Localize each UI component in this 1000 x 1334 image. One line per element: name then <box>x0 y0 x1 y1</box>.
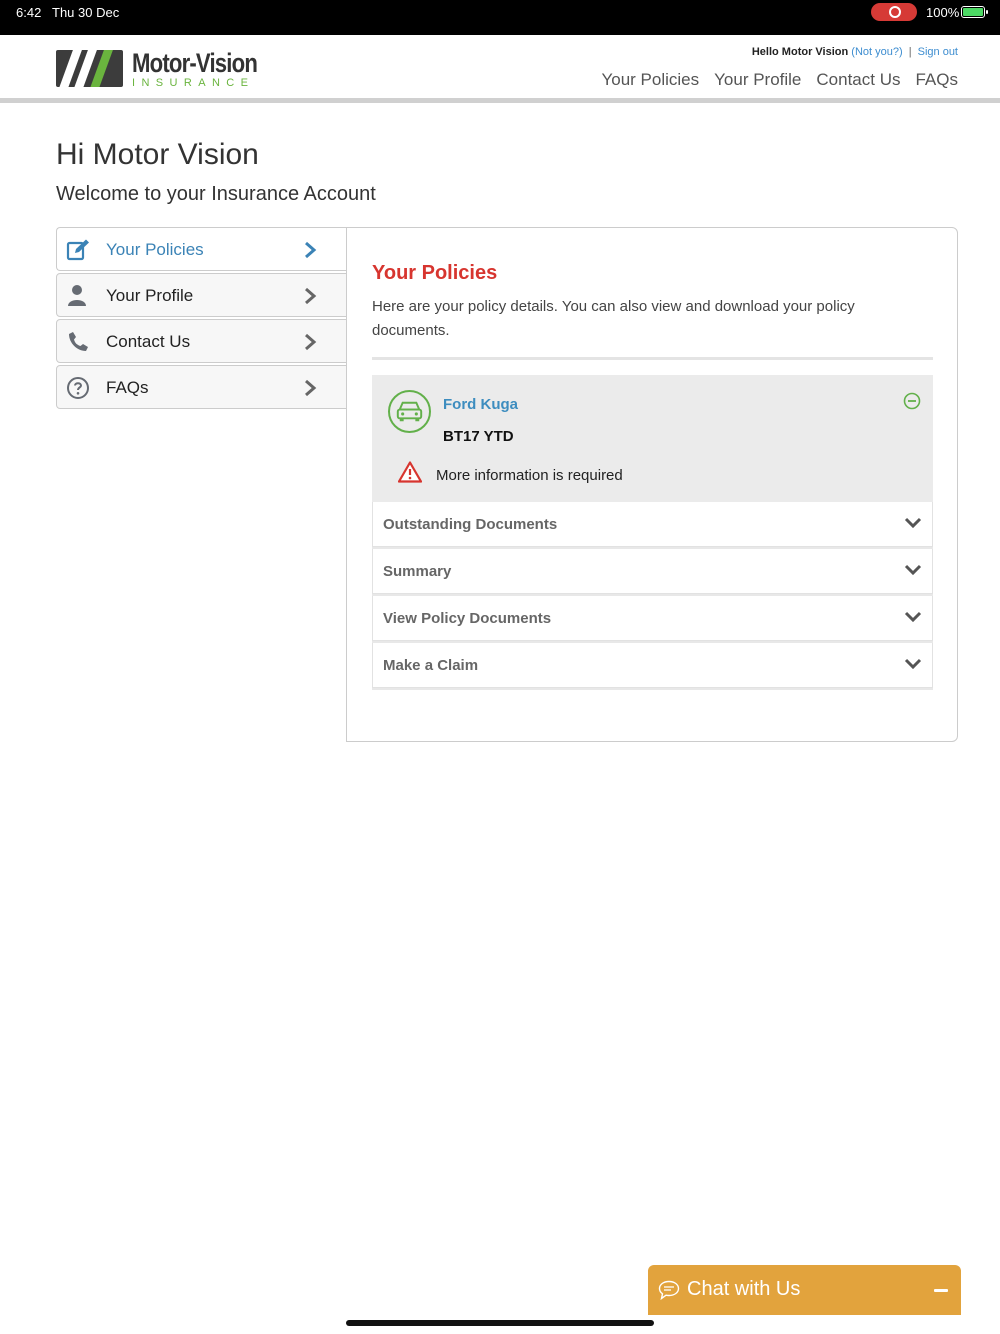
sidebar-item-label: FAQs <box>106 378 149 397</box>
account-sidebar: Your Policies Your Profile Contact Us FA… <box>56 227 347 411</box>
panel-title: Your Policies <box>372 262 498 284</box>
car-icon <box>388 390 431 433</box>
top-navigation: Your Policies Your Profile Contact Us FA… <box>601 70 958 90</box>
nav-your-policies[interactable]: Your Policies <box>601 70 699 90</box>
battery-icon <box>961 6 988 18</box>
sidebar-item-your-profile[interactable]: Your Profile <box>56 273 347 317</box>
chevron-down-icon <box>904 564 922 576</box>
chevron-down-icon <box>904 517 922 529</box>
page-subtitle: Welcome to your Insurance Account <box>56 183 376 205</box>
policy-warning-text: More information is required <box>436 467 623 484</box>
phone-icon <box>69 332 88 351</box>
logo-mark-icon <box>56 50 123 87</box>
accordion-label: Summary <box>383 563 452 580</box>
chevron-right-icon <box>305 287 317 305</box>
warning-icon <box>398 461 422 483</box>
accordion-label: Make a Claim <box>383 657 479 674</box>
chat-bubble-icon <box>658 1280 680 1300</box>
logo-subtitle: INSURANCE <box>132 77 255 89</box>
status-bar: 6:42 Thu 30 Dec 100% <box>0 0 1000 35</box>
chevron-down-icon <box>904 658 922 670</box>
minimize-icon[interactable] <box>934 1289 948 1292</box>
user-greeting: Hello Motor Vision (Not you?) | Sign out <box>752 46 958 58</box>
accordion-view-policy-documents[interactable]: View Policy Documents <box>372 596 933 641</box>
accordion-summary[interactable]: Summary <box>372 549 933 594</box>
accordion-outstanding-documents[interactable]: Outstanding Documents <box>372 502 933 547</box>
collapse-minus-icon[interactable] <box>903 392 921 410</box>
divider <box>372 357 933 360</box>
chat-widget[interactable]: Chat with Us <box>648 1265 961 1315</box>
nav-your-profile[interactable]: Your Profile <box>714 70 801 90</box>
sidebar-item-faqs[interactable]: FAQs <box>56 365 347 409</box>
accordion-label: View Policy Documents <box>383 610 552 627</box>
policy-card: Ford Kuga BT17 YTD More information is r… <box>372 375 933 502</box>
accordion-make-a-claim[interactable]: Make a Claim <box>372 643 933 688</box>
site-header: Motor-Vision INSURANCE Hello Motor Visio… <box>0 35 1000 103</box>
motor-vision-logo[interactable]: Motor-Vision INSURANCE <box>56 48 258 89</box>
not-you-link[interactable]: (Not you?) <box>851 46 902 58</box>
status-time: 6:42 <box>16 5 42 20</box>
chat-label: Chat with Us <box>687 1278 801 1300</box>
sidebar-item-your-policies[interactable]: Your Policies <box>56 227 347 271</box>
user-icon <box>68 285 86 306</box>
nav-faqs[interactable]: FAQs <box>915 70 958 90</box>
chevron-down-icon <box>904 611 922 623</box>
policy-registration: BT17 YTD <box>443 428 514 445</box>
sign-out-link[interactable]: Sign out <box>918 46 958 58</box>
edit-icon <box>66 239 89 261</box>
battery-percentage: 100% <box>926 5 960 20</box>
policies-panel: Your Policies Here are your policy detai… <box>346 227 958 742</box>
greeting-separator: | <box>908 46 912 58</box>
logo-wordmark: Motor-Vision <box>132 48 258 78</box>
chevron-right-icon <box>305 241 317 259</box>
nav-contact-us[interactable]: Contact Us <box>816 70 900 90</box>
sidebar-item-label: Contact Us <box>106 332 191 351</box>
page-title: Hi Motor Vision <box>56 138 259 171</box>
accordion-label: Outstanding Documents <box>383 516 558 533</box>
screen-recording-icon[interactable] <box>871 3 917 21</box>
home-indicator <box>346 1320 654 1326</box>
sidebar-item-label: Your Profile <box>106 286 194 305</box>
question-icon <box>67 377 89 399</box>
sidebar-item-label: Your Policies <box>106 240 204 259</box>
chevron-right-icon <box>305 333 317 351</box>
sidebar-item-contact-us[interactable]: Contact Us <box>56 319 347 363</box>
status-date: Thu 30 Dec <box>52 5 120 20</box>
greeting-text: Hello Motor Vision <box>751 46 849 58</box>
policy-vehicle-name[interactable]: Ford Kuga <box>443 396 518 413</box>
chevron-right-icon <box>305 379 317 397</box>
panel-description: Here are your policy details. You can al… <box>372 298 855 339</box>
